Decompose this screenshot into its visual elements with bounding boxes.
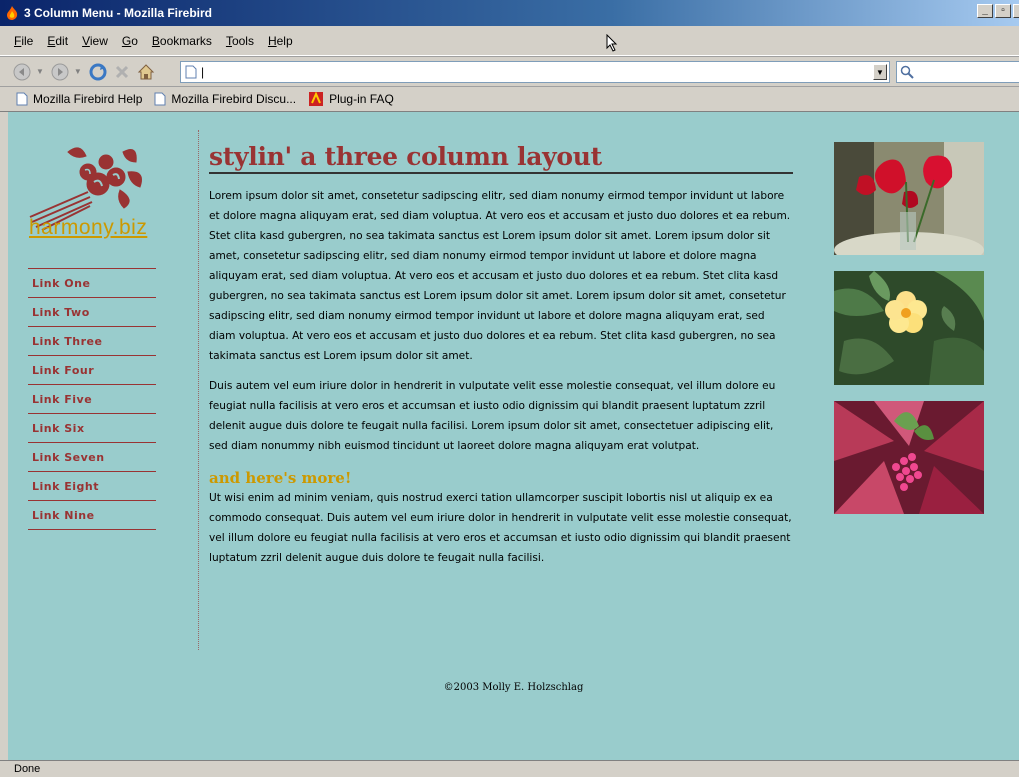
stop-icon[interactable] [112, 62, 132, 82]
nav-link-three[interactable]: Link Three [28, 327, 156, 356]
window-title: 3 Column Menu - Mozilla Firebird [24, 6, 213, 20]
menu-view[interactable]: View [82, 34, 108, 48]
bookmarks-toolbar: Mozilla Firebird Help Mozilla Firebird D… [0, 86, 1019, 112]
mouse-cursor-icon [606, 34, 618, 52]
body-paragraph: Lorem ipsum dolor sit amet, consetetur s… [209, 190, 791, 362]
menu-bar: File Edit View Go Bookmarks Tools Help [0, 26, 1019, 56]
search-icon [900, 65, 914, 79]
nav-link-five[interactable]: Link Five [28, 385, 156, 414]
menu-bookmarks[interactable]: Bookmarks [152, 34, 212, 48]
nav-link-four[interactable]: Link Four [28, 356, 156, 385]
plugin-icon [309, 91, 324, 106]
menu-edit[interactable]: Edit [47, 34, 68, 48]
left-navigation: Link One Link Two Link Three Link Four L… [28, 268, 156, 530]
status-text: Done [14, 763, 41, 775]
back-dropdown-icon[interactable]: ▼ [36, 67, 44, 76]
minimize-button[interactable]: _ [977, 4, 993, 18]
bookmark-label: Plug-in FAQ [329, 92, 394, 106]
url-input[interactable] [201, 63, 861, 81]
nav-link-one[interactable]: Link One [28, 269, 156, 298]
pink-flower-photo [834, 401, 984, 514]
nav-link-nine[interactable]: Link Nine [28, 501, 156, 530]
nav-link-two[interactable]: Link Two [28, 298, 156, 327]
nav-link-eight[interactable]: Link Eight [28, 472, 156, 501]
bookmark-label: Mozilla Firebird Discu... [171, 92, 297, 106]
back-icon[interactable] [12, 62, 32, 82]
left-frame-edge [0, 112, 8, 760]
reload-icon[interactable] [88, 62, 108, 82]
search-box[interactable] [896, 61, 1019, 83]
restore-button[interactable]: ▫ [995, 4, 1011, 18]
page-icon [185, 65, 197, 79]
forward-dropdown-icon[interactable]: ▼ [74, 67, 82, 76]
page-icon [16, 92, 28, 106]
status-bar: Done [0, 760, 1019, 777]
menu-file[interactable]: File [14, 34, 33, 48]
yellow-flower-photo [834, 271, 984, 385]
address-bar[interactable]: ▼ [180, 61, 890, 83]
firebird-icon [7, 6, 18, 20]
menu-help[interactable]: Help [268, 34, 293, 48]
home-icon[interactable] [136, 62, 156, 82]
body-paragraph: Ut wisi enim ad minim veniam, quis nostr… [209, 492, 792, 564]
copyright-footer: ©2003 Molly E. Holzschlag [443, 682, 584, 693]
url-dropdown-icon[interactable]: ▼ [873, 64, 887, 80]
nav-link-seven[interactable]: Link Seven [28, 443, 156, 472]
page-headline: stylin' a three column layout [209, 142, 793, 174]
bookmark-firebird-help[interactable]: Mozilla Firebird Help [16, 92, 142, 106]
menu-go[interactable]: Go [122, 34, 138, 48]
bookmark-plugin-faq[interactable]: Plug-in FAQ [308, 91, 394, 107]
nav-link-six[interactable]: Link Six [28, 414, 156, 443]
navigation-toolbar: ▼ ▼ ▼ [0, 56, 1019, 86]
column-divider [198, 130, 199, 650]
close-button[interactable] [1013, 4, 1019, 18]
menu-tools[interactable]: Tools [226, 34, 254, 48]
anthurium-photo [834, 142, 984, 255]
page-viewport[interactable]: harmony.biz Link One Link Two Link Three… [8, 112, 1019, 760]
bookmark-label: Mozilla Firebird Help [33, 92, 143, 106]
forward-icon[interactable] [50, 62, 70, 82]
main-content: stylin' a three column layout Lorem ipsu… [209, 142, 793, 568]
section-subheading: and here's more! [209, 469, 352, 487]
body-paragraph: Duis autem vel eum iriure dolor in hendr… [209, 380, 776, 452]
window-title-bar[interactable]: 3 Column Menu - Mozilla Firebird _ ▫ [0, 0, 1019, 26]
bookmark-firebird-discussion[interactable]: Mozilla Firebird Discu... [154, 92, 296, 106]
logo-link[interactable]: harmony.biz [29, 216, 147, 240]
page-icon [154, 92, 166, 106]
